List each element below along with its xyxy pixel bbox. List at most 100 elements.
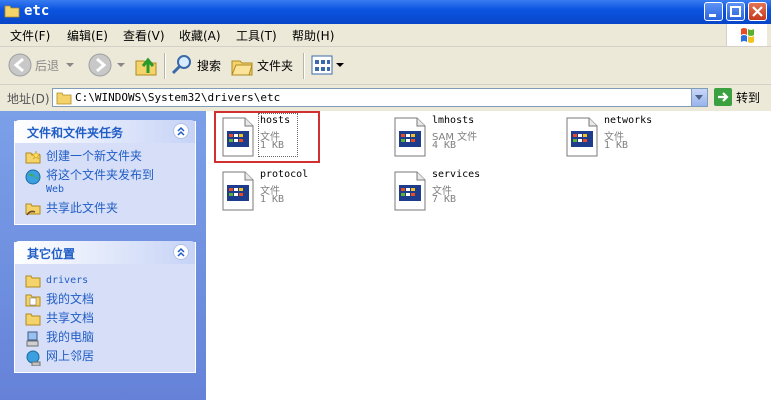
chevron-down-icon bbox=[336, 63, 344, 67]
menu-tools[interactable]: 工具(T) bbox=[236, 27, 277, 44]
views-button[interactable] bbox=[310, 53, 344, 77]
task-label: 创建一个新文件夹 bbox=[46, 149, 143, 163]
globe-icon bbox=[25, 169, 41, 185]
file-item-lmhosts[interactable]: lmhosts SAM 文件 4 KB bbox=[384, 113, 544, 163]
go-label: 转到 bbox=[736, 90, 761, 105]
task-label-web: Web bbox=[46, 184, 65, 195]
window-title: etc bbox=[24, 3, 50, 19]
folders-label: 文件夹 bbox=[257, 58, 294, 73]
file-item-hosts[interactable]: hosts 文件 1 KB bbox=[212, 111, 372, 163]
generic-file-icon bbox=[566, 117, 598, 157]
menu-help[interactable]: 帮助(H) bbox=[292, 27, 334, 44]
folder-icon bbox=[25, 275, 41, 288]
address-dropdown-button[interactable] bbox=[691, 89, 707, 106]
collapse-button[interactable] bbox=[173, 244, 189, 260]
chevron-down-icon bbox=[66, 63, 75, 67]
folders-button[interactable]: 文件夹 bbox=[230, 53, 293, 77]
place-label: 网上邻居 bbox=[46, 349, 95, 363]
share-folder-link[interactable]: 共享此文件夹 bbox=[25, 202, 118, 216]
file-item-protocol[interactable]: protocol 文件 1 KB bbox=[212, 167, 372, 217]
address-path: C:\WINDOWS\System32\drivers\etc bbox=[75, 91, 281, 104]
place-my-documents-link[interactable]: 我的文档 bbox=[25, 293, 94, 307]
place-network-link[interactable]: 网上邻居 bbox=[25, 350, 94, 366]
file-name: hosts bbox=[260, 115, 291, 126]
minimize-icon bbox=[709, 14, 716, 17]
other-places-panel: 其它位置 drivers 我的文档 共享文档 我的电脑 网上邻居 bbox=[14, 241, 196, 373]
up-button[interactable] bbox=[134, 53, 158, 77]
windows-flag-icon bbox=[741, 28, 754, 43]
close-icon bbox=[752, 6, 763, 17]
maximize-icon bbox=[730, 6, 741, 17]
double-chevron-up-icon bbox=[177, 126, 185, 136]
close-button[interactable] bbox=[748, 2, 767, 21]
folders-icon bbox=[231, 60, 253, 76]
folder-up-icon bbox=[135, 57, 157, 76]
place-label: 我的文档 bbox=[46, 292, 95, 306]
place-my-computer-link[interactable]: 我的电脑 bbox=[25, 331, 94, 347]
place-shared-documents-link[interactable]: 共享文档 bbox=[25, 312, 94, 326]
double-chevron-up-icon bbox=[177, 247, 185, 257]
generic-file-icon bbox=[222, 117, 254, 157]
title-bar[interactable]: etc bbox=[0, 0, 771, 24]
toolbar-separator bbox=[303, 53, 305, 79]
go-arrow-icon bbox=[714, 88, 732, 106]
chevron-down-icon bbox=[695, 95, 703, 100]
network-places-icon bbox=[26, 350, 41, 366]
generic-file-icon bbox=[394, 171, 426, 211]
task-pane: 文件和文件夹任务 创建一个新文件夹 将这个文件夹发布到 Web 共享此文件夹 其… bbox=[0, 111, 206, 400]
file-name: services bbox=[432, 169, 481, 180]
address-bar: 地址(D) C:\WINDOWS\System32\drivers\etc 转到 bbox=[0, 85, 771, 112]
chevron-down-icon bbox=[117, 63, 125, 67]
task-label: 将这个文件夹发布到 bbox=[46, 168, 155, 182]
generic-file-icon bbox=[222, 171, 254, 211]
panel-title: 其它位置 bbox=[27, 247, 76, 261]
file-name: lmhosts bbox=[432, 115, 475, 126]
menu-view[interactable]: 查看(V) bbox=[123, 27, 165, 44]
panel-title: 文件和文件夹任务 bbox=[27, 126, 124, 140]
file-size: 7 KB bbox=[432, 194, 457, 205]
menu-file[interactable]: 文件(F) bbox=[10, 27, 50, 44]
folder-icon bbox=[4, 5, 20, 18]
menu-favorites[interactable]: 收藏(A) bbox=[179, 27, 221, 44]
search-label: 搜索 bbox=[197, 58, 222, 73]
place-drivers-link[interactable]: drivers bbox=[25, 274, 88, 288]
collapse-button[interactable] bbox=[173, 123, 189, 139]
place-label: 共享文档 bbox=[46, 311, 95, 325]
file-size: 1 KB bbox=[260, 194, 285, 205]
forward-button[interactable] bbox=[88, 53, 126, 77]
my-documents-icon bbox=[25, 294, 41, 307]
new-folder-icon bbox=[25, 150, 41, 164]
maximize-button[interactable] bbox=[726, 2, 745, 21]
file-folder-tasks-panel: 文件和文件夹任务 创建一个新文件夹 将这个文件夹发布到 Web 共享此文件夹 bbox=[14, 120, 196, 225]
panel-header[interactable]: 其它位置 bbox=[15, 241, 195, 264]
generic-file-icon bbox=[394, 117, 426, 157]
task-label: 共享此文件夹 bbox=[46, 201, 119, 215]
file-item-services[interactable]: services 文件 7 KB bbox=[384, 167, 544, 217]
go-button[interactable]: 转到 bbox=[714, 88, 760, 106]
menu-edit[interactable]: 编辑(E) bbox=[67, 27, 108, 44]
file-item-networks[interactable]: networks 文件 1 KB bbox=[556, 113, 716, 163]
file-size: 1 KB bbox=[260, 140, 285, 151]
minimize-button[interactable] bbox=[704, 2, 723, 21]
place-label: drivers bbox=[46, 275, 89, 286]
search-icon bbox=[171, 55, 191, 75]
computer-icon bbox=[26, 331, 39, 347]
address-input[interactable]: C:\WINDOWS\System32\drivers\etc bbox=[52, 88, 708, 107]
address-label: 地址(D) bbox=[7, 92, 50, 106]
file-size: 4 KB bbox=[432, 140, 457, 151]
file-name: protocol bbox=[260, 169, 309, 180]
back-button[interactable]: 后退 bbox=[8, 53, 75, 77]
publish-web-link[interactable]: 将这个文件夹发布到 Web bbox=[25, 169, 154, 196]
folder-icon bbox=[25, 313, 41, 326]
folder-icon bbox=[56, 92, 72, 105]
shared-folder-icon bbox=[25, 203, 41, 216]
file-view[interactable]: hosts 文件 1 KB lmhosts SAM 文件 4 KB networ… bbox=[206, 111, 771, 400]
create-folder-link[interactable]: 创建一个新文件夹 bbox=[25, 150, 142, 164]
views-grid-icon bbox=[311, 55, 333, 75]
back-label: 后退 bbox=[35, 58, 60, 73]
forward-arrow-icon bbox=[88, 53, 112, 77]
file-name: networks bbox=[604, 115, 653, 126]
toolbar: 后退 搜索 文件夹 bbox=[0, 47, 771, 85]
search-button[interactable]: 搜索 bbox=[170, 53, 221, 77]
panel-header[interactable]: 文件和文件夹任务 bbox=[15, 120, 195, 143]
